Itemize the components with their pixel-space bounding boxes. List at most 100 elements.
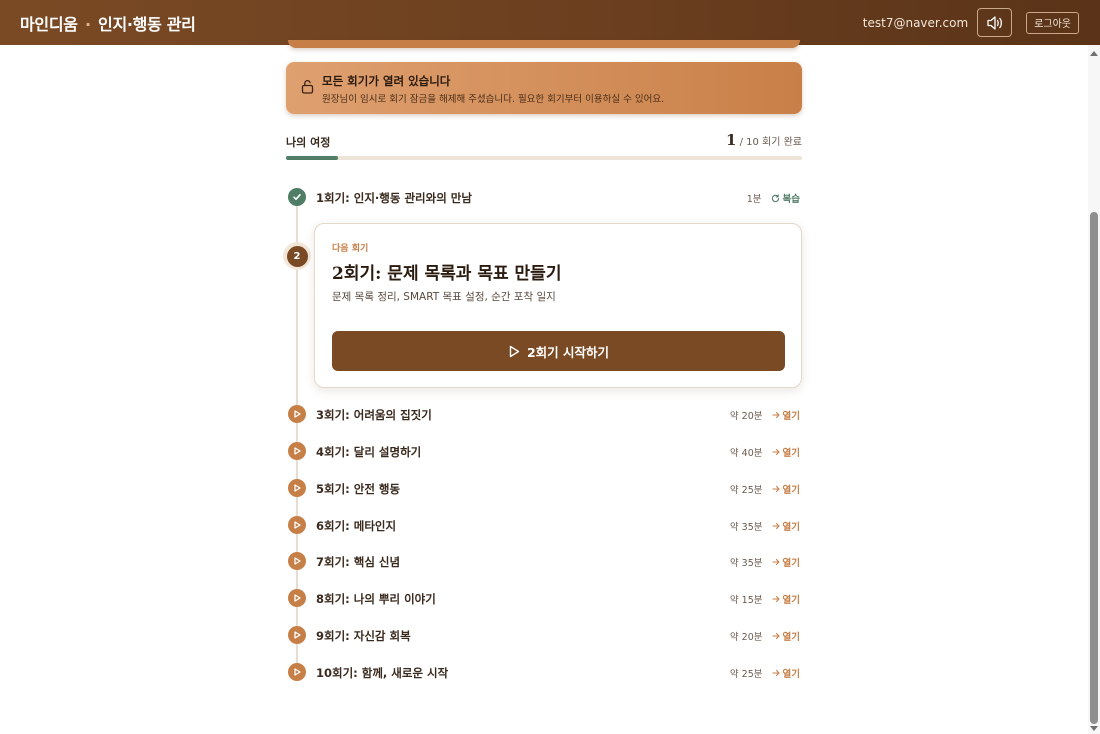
- open-label: 열기: [782, 485, 800, 496]
- play-icon: [288, 552, 306, 570]
- play-icon: [288, 626, 306, 644]
- session-meta: 약 25분 열기: [730, 482, 800, 496]
- progress-bar: [286, 156, 802, 160]
- session-title: 3회기: 어려움의 집짓기: [316, 408, 432, 422]
- check-icon: [288, 188, 306, 206]
- open-label: 열기: [782, 632, 800, 643]
- session-title: 5회기: 안전 행동: [316, 482, 401, 496]
- session-duration: 약 25분: [729, 669, 763, 680]
- session-meta: 1분 복습: [747, 191, 800, 205]
- play-icon: [288, 442, 306, 460]
- header-actions: test7@naver.com 로그아웃: [863, 8, 1080, 37]
- play-icon: [508, 345, 520, 358]
- session-meta: 약 25분 열기: [730, 666, 800, 680]
- session-row-9[interactable]: 9회기: 자신감 회복 약 20분 열기: [288, 625, 800, 645]
- play-icon: [288, 516, 306, 534]
- logout-button[interactable]: 로그아웃: [1026, 11, 1079, 34]
- start-session-button[interactable]: 2회기 시작하기: [332, 331, 785, 371]
- page-scrollbar[interactable]: [1088, 45, 1100, 734]
- next-session-description: 문제 목록 정리, SMART 목표 설정, 순간 포착 일지: [332, 291, 556, 303]
- session-meta: 약 35분 열기: [730, 519, 800, 533]
- session-row-8[interactable]: 8회기: 나의 뿌리 이야기 약 15분 열기: [288, 588, 800, 608]
- unlock-banner: 모든 회기가 열려 있습니다 원장님이 임시로 회기 잠금을 해제해 주셨습니다…: [286, 62, 802, 114]
- session-row-1[interactable]: 1회기: 인지·행동 관리와의 만남 1분 복습: [288, 187, 800, 207]
- arrow-right-icon: [771, 632, 780, 640]
- progress-count: 1 / 10 회기 완료: [726, 131, 802, 149]
- brand-subtitle: 인지·행동 관리: [98, 14, 196, 34]
- next-session-number: 2: [286, 245, 308, 267]
- arrow-right-icon: [771, 595, 780, 603]
- scrollbar-thumb[interactable]: [1090, 212, 1098, 724]
- session-duration: 1분: [746, 194, 762, 205]
- next-session-eyebrow: 다음 회기: [332, 244, 369, 254]
- session-duration: 약 20분: [729, 632, 763, 643]
- scroll-down-arrow[interactable]: [1090, 726, 1098, 731]
- session-title: 1회기: 인지·행동 관리와의 만남: [316, 191, 472, 205]
- session-title: 7회기: 핵심 신념: [316, 555, 401, 569]
- session-row-4[interactable]: 4회기: 달리 설명하기 약 40분 열기: [288, 441, 800, 461]
- arrow-right-icon: [771, 669, 780, 677]
- session-meta: 약 20분 열기: [730, 629, 800, 643]
- open-link[interactable]: 열기: [771, 629, 800, 643]
- open-link[interactable]: 열기: [771, 482, 800, 496]
- session-meta: 약 20분 열기: [730, 408, 800, 422]
- open-label: 열기: [782, 448, 800, 459]
- journey-label: 나의 여정: [286, 136, 331, 149]
- brand-name: 마인디움: [20, 14, 78, 34]
- open-link[interactable]: 열기: [771, 408, 800, 422]
- open-label: 열기: [782, 595, 800, 606]
- open-label: 열기: [782, 411, 800, 422]
- progress-total-text: / 10 회기 완료: [739, 137, 802, 148]
- session-row-3[interactable]: 3회기: 어려움의 집짓기 약 20분 열기: [288, 404, 800, 424]
- speaker-icon: [986, 15, 1004, 31]
- review-link[interactable]: 복습: [771, 191, 800, 205]
- user-email: test7@naver.com: [862, 15, 969, 30]
- arrow-right-icon: [771, 448, 780, 456]
- session-row-5[interactable]: 5회기: 안전 행동 약 25분 열기: [288, 478, 800, 498]
- open-link[interactable]: 열기: [771, 445, 800, 459]
- session-title: 8회기: 나의 뿌리 이야기: [316, 592, 436, 606]
- open-link[interactable]: 열기: [771, 592, 800, 606]
- session-row-10[interactable]: 10회기: 함께, 새로운 시작 약 25분 열기: [288, 662, 800, 682]
- session-duration: 약 40분: [729, 448, 763, 459]
- session-row-6[interactable]: 6회기: 메타인지 약 35분 열기: [288, 515, 800, 535]
- progress-bar-fill: [286, 156, 338, 160]
- brand-separator: ·: [84, 14, 91, 34]
- arrow-right-icon: [771, 558, 780, 566]
- session-meta: 약 15분 열기: [730, 592, 800, 606]
- next-session-marker: 2: [283, 242, 311, 270]
- banner-description: 원장님이 임시로 회기 잠금을 해제해 주셨습니다. 필요한 회기부터 이용하실…: [322, 94, 665, 105]
- session-row-7[interactable]: 7회기: 핵심 신념 약 35분 열기: [288, 551, 800, 571]
- open-link[interactable]: 열기: [771, 519, 800, 533]
- open-label: 열기: [782, 522, 800, 533]
- open-link[interactable]: 열기: [771, 666, 800, 680]
- session-meta: 약 40분 열기: [730, 445, 800, 459]
- banner-title: 모든 회기가 열려 있습니다: [322, 74, 451, 88]
- sound-toggle-button[interactable]: [977, 8, 1013, 37]
- arrow-right-icon: [771, 522, 780, 530]
- session-duration: 약 15분: [729, 595, 763, 606]
- play-icon: [288, 663, 306, 681]
- next-session-title: 2회기: 문제 목록과 목표 만들기: [332, 264, 562, 284]
- play-icon: [288, 479, 306, 497]
- arrow-right-icon: [771, 411, 780, 419]
- session-duration: 약 20분: [729, 411, 763, 422]
- session-title: 10회기: 함께, 새로운 시작: [316, 666, 449, 680]
- session-duration: 약 35분: [729, 522, 763, 533]
- unlock-icon: [301, 79, 314, 98]
- previous-card-edge: [288, 40, 800, 48]
- refresh-icon: [771, 193, 780, 203]
- next-session-card: 다음 회기 2회기: 문제 목록과 목표 만들기 문제 목록 정리, SMART…: [314, 223, 802, 388]
- play-icon: [288, 589, 306, 607]
- arrow-right-icon: [771, 485, 780, 493]
- start-session-label: 2회기 시작하기: [526, 344, 610, 360]
- session-title: 6회기: 메타인지: [316, 519, 397, 533]
- session-duration: 약 35분: [729, 558, 763, 569]
- session-title: 4회기: 달리 설명하기: [316, 445, 422, 459]
- completed-count: 1: [725, 131, 737, 149]
- scroll-up-arrow[interactable]: [1090, 51, 1098, 56]
- open-link[interactable]: 열기: [771, 555, 800, 569]
- app-brand[interactable]: 마인디움 · 인지·행동 관리: [20, 11, 196, 35]
- open-label: 열기: [782, 558, 800, 569]
- review-label: 복습: [782, 194, 800, 205]
